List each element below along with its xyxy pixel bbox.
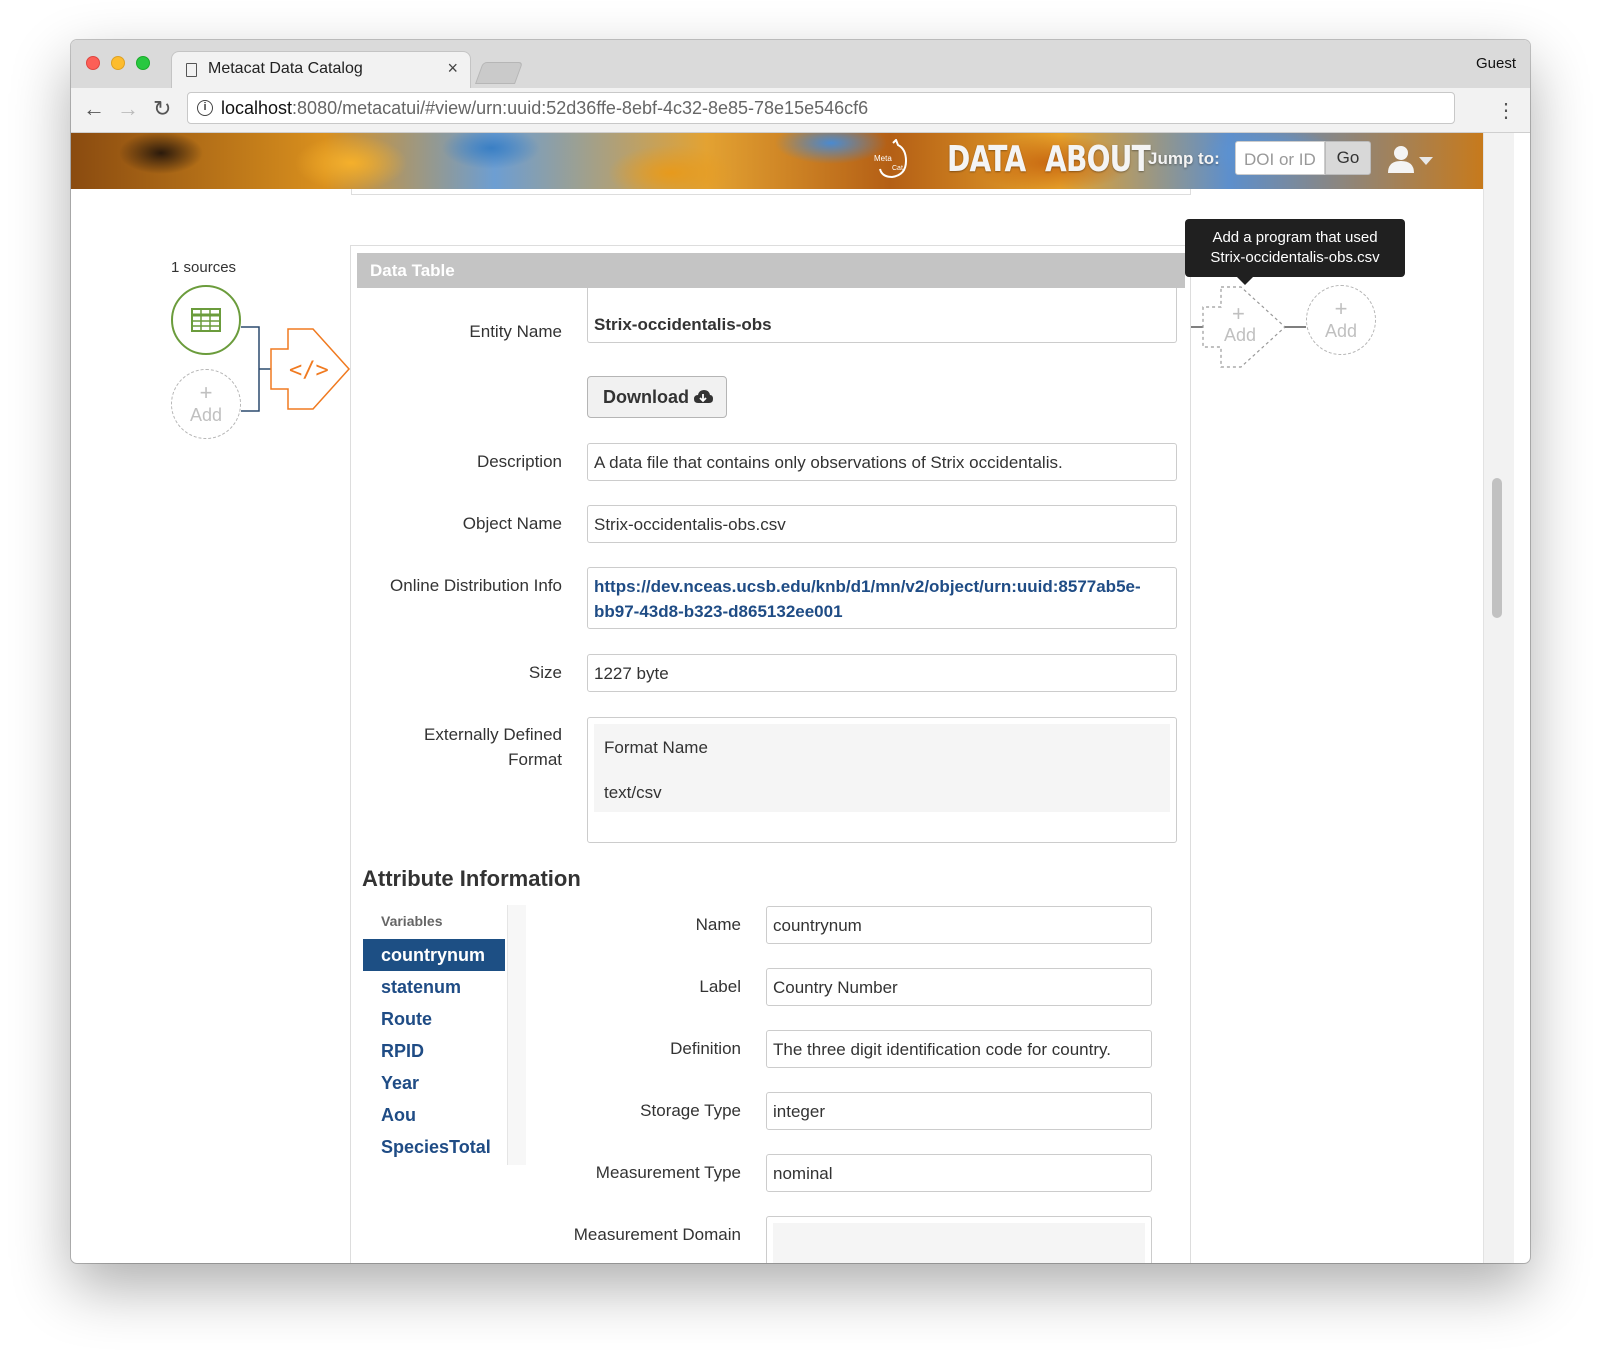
external-format-label: Externally Defined Format (424, 725, 562, 769)
svg-text:+: + (1232, 301, 1245, 326)
add-derived-label: Add (1324, 321, 1358, 341)
variable-item-countrynum[interactable]: countrynum (363, 939, 505, 971)
reload-icon[interactable]: ↻ (153, 96, 171, 122)
attr-definition-value: The three digit identification code for … (766, 1030, 1152, 1068)
format-name-label: Format Name (604, 738, 708, 757)
page-scrollbar[interactable] (1483, 133, 1514, 1263)
attribute-information-heading: Attribute Information (362, 866, 581, 891)
add-program-tooltip: Add a program that used Strix-occidentali… (1185, 219, 1405, 285)
data-table-header: Data Table (357, 253, 1185, 288)
entity-name-value: Strix-occidentalis-obs (587, 288, 1177, 343)
distribution-url-link[interactable]: https://dev.nceas.ucsb.edu/knb/d1/mn/v2/… (594, 577, 1141, 621)
variable-item-aou[interactable]: Aou (363, 1099, 505, 1131)
format-details: Format Name text/csv (594, 724, 1170, 812)
attr-label-label: Label (699, 977, 741, 996)
variable-item-route[interactable]: Route (363, 1003, 505, 1035)
new-tab-button[interactable] (474, 62, 524, 84)
code-icon: </> (289, 358, 329, 383)
tab-metacat[interactable]: Metacat Data Catalog × (171, 51, 471, 88)
format-name-value: text/csv (604, 783, 662, 802)
title-bar: Metacat Data Catalog × Guest (71, 40, 1530, 88)
variables-heading: Variables (381, 913, 443, 929)
variables-list: Variables countrynum statenum Route RPID… (363, 905, 505, 1165)
variable-item-statenum[interactable]: statenum (363, 971, 505, 1003)
attr-measurement-type-label: Measurement Type (595, 1163, 741, 1182)
attr-name-label: Name (695, 915, 741, 934)
variable-item-year[interactable]: Year (363, 1067, 505, 1099)
entity-name-label: Entity Name (469, 322, 562, 341)
variables-divider (507, 905, 526, 1165)
cloud-download-icon (694, 390, 713, 403)
info-icon[interactable]: i (197, 100, 213, 116)
download-label: Download (603, 387, 689, 407)
online-distribution-value: https://dev.nceas.ucsb.edu/knb/d1/mn/v2/… (587, 567, 1177, 629)
plus-icon: + (1334, 296, 1348, 321)
forward-icon[interactable]: → (117, 96, 139, 122)
attr-storage-type-value: integer (766, 1092, 1152, 1130)
measurement-domain-box (773, 1223, 1145, 1263)
variable-item-rpid[interactable]: RPID (363, 1035, 505, 1067)
add-derived-data-button[interactable]: + Add (1306, 285, 1376, 355)
tab-close-icon[interactable]: × (447, 58, 458, 79)
object-name-label: Object Name (462, 514, 562, 533)
profile-label[interactable]: Guest (1476, 55, 1516, 72)
attr-measurement-domain-label: Measurement Domain (573, 1225, 741, 1244)
browser-menu-icon[interactable]: ⋮ (1496, 98, 1516, 123)
description-value: A data file that contains only observati… (587, 443, 1177, 481)
object-name-value: Strix-occidentalis-obs.csv (587, 505, 1177, 543)
minimize-window-button[interactable] (111, 56, 125, 70)
svg-text:Add: Add (1224, 325, 1256, 345)
online-distribution-label: Online Distribution Info (390, 576, 562, 595)
attr-measurement-domain-value (766, 1216, 1152, 1263)
variable-item-speciestotal[interactable]: SpeciesTotal (363, 1131, 505, 1163)
attr-name-value: countrynum (766, 906, 1152, 944)
close-window-button[interactable] (86, 56, 100, 70)
page-content: Meta Cat DATA ABOUT Jump to: DOI or ID G… (71, 133, 1483, 1263)
scrollbar-thumb[interactable] (1492, 478, 1502, 618)
attr-storage-type-label: Storage Type (640, 1101, 741, 1120)
back-icon[interactable]: ← (83, 96, 105, 122)
url-text[interactable]: localhost:8080/metacatui/#view/urn:uuid:… (221, 98, 868, 119)
attr-label-value: Country Number (766, 968, 1152, 1006)
document-icon (186, 63, 197, 77)
browser-toolbar: ← → ↻ i localhost:8080/metacatui/#view/u… (71, 88, 1530, 133)
external-format-box: Format Name text/csv (587, 717, 1177, 843)
size-value: 1227 byte (587, 654, 1177, 692)
address-bar[interactable]: i localhost:8080/metacatui/#view/urn:uui… (187, 92, 1455, 124)
download-button[interactable]: Download (587, 376, 727, 418)
tab-title: Metacat Data Catalog (208, 60, 363, 77)
description-label: Description (476, 452, 562, 471)
attr-measurement-type-value: nominal (766, 1154, 1152, 1192)
browser-window: Metacat Data Catalog × Guest ← → ↻ i loc… (71, 40, 1530, 1263)
maximize-window-button[interactable] (136, 56, 150, 70)
size-label: Size (528, 663, 562, 682)
attr-definition-label: Definition (670, 1039, 741, 1058)
